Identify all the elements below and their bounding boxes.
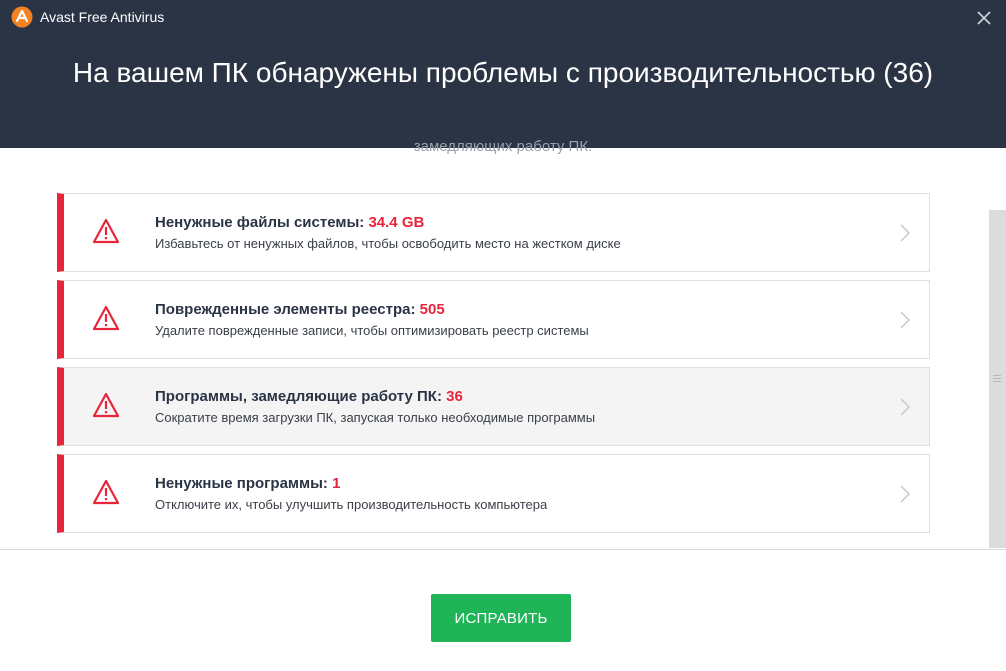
issue-registry[interactable]: Поврежденные элементы реестра: 505 Удали… xyxy=(57,280,930,359)
warning-icon xyxy=(92,479,120,505)
issue-title: Ненужные программы: 1 xyxy=(155,475,340,492)
issue-unneeded-programs[interactable]: Ненужные программы: 1 Отключите их, чтоб… xyxy=(57,454,930,533)
avast-logo-icon xyxy=(11,6,33,28)
close-button[interactable] xyxy=(970,6,998,30)
chevron-right-icon xyxy=(900,398,911,416)
scrollbar-grip xyxy=(993,378,1001,379)
warning-icon xyxy=(92,392,120,418)
issue-count: 36 xyxy=(446,388,463,405)
warning-icon xyxy=(92,218,120,244)
scrollbar-grip xyxy=(993,381,1001,382)
issue-count: 505 xyxy=(419,301,445,318)
issue-junk-files[interactable]: Ненужные файлы системы: 34.4 GB Избавьте… xyxy=(57,193,930,272)
footer-divider xyxy=(0,549,1006,550)
issue-title-text: Поврежденные элементы реестра: xyxy=(155,301,416,318)
warning-icon xyxy=(92,305,120,331)
issue-title-text: Программы, замедляющие работу ПК: xyxy=(155,388,442,405)
chevron-right-icon xyxy=(900,485,911,503)
scrollbar-thumb[interactable] xyxy=(989,210,1006,548)
app-title: Avast Free Antivirus xyxy=(40,9,165,25)
page-heading: На вашем ПК обнаружены проблемы с произв… xyxy=(72,57,934,88)
issue-count: 34.4 GB xyxy=(368,214,425,231)
issue-description: Удалите поврежденные записи, чтобы оптим… xyxy=(155,323,589,338)
chevron-right-icon xyxy=(900,224,911,242)
header-bar: Avast Free Antivirus На вашем ПК обнаруж… xyxy=(0,0,1006,148)
issue-description: Отключите их, чтобы улучшить производите… xyxy=(155,497,548,512)
issue-title-text: Ненужные программы: xyxy=(155,475,328,492)
issues-list: Ненужные файлы системы: 34.4 GB Избавьте… xyxy=(57,193,930,541)
issue-title: Программы, замедляющие работу ПК: 36 xyxy=(155,388,463,405)
issue-description: Сократите время загрузки ПК, запуская то… xyxy=(155,410,596,425)
partial-subtitle: замедляющих работу ПК. xyxy=(413,138,593,155)
issue-count: 1 xyxy=(332,475,341,492)
fix-button[interactable]: ИСПРАВИТЬ xyxy=(431,594,571,642)
issue-title-text: Ненужные файлы системы: xyxy=(155,214,365,231)
scrollbar-grip xyxy=(993,375,1001,376)
issue-title: Поврежденные элементы реестра: 505 xyxy=(155,301,445,318)
close-icon xyxy=(977,11,991,25)
issue-title: Ненужные файлы системы: 34.4 GB xyxy=(155,214,424,231)
issue-startup-programs[interactable]: Программы, замедляющие работу ПК: 36 Сок… xyxy=(57,367,930,446)
issue-description: Избавьтесь от ненужных файлов, чтобы осв… xyxy=(155,236,621,251)
chevron-right-icon xyxy=(900,311,911,329)
